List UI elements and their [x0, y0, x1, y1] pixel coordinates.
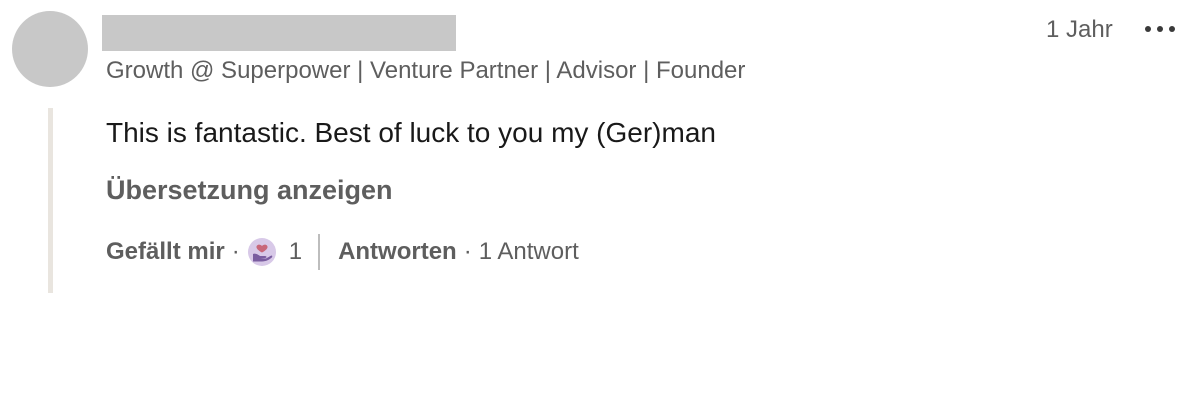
- show-translation-link[interactable]: Übersetzung anzeigen: [106, 173, 393, 207]
- support-reaction-icon[interactable]: [247, 237, 277, 267]
- more-horizontal-icon: [1145, 26, 1175, 32]
- avatar[interactable]: [12, 11, 88, 87]
- reply-button[interactable]: Antworten: [338, 238, 457, 266]
- thread-line: [48, 108, 53, 293]
- more-options-button[interactable]: [1140, 14, 1180, 44]
- reaction-count[interactable]: 1: [289, 238, 302, 266]
- reply-count-link[interactable]: 1 Antwort: [479, 238, 579, 266]
- comment-timestamp: 1 Jahr: [1046, 16, 1113, 43]
- author-name-redacted[interactable]: [102, 15, 456, 51]
- like-button[interactable]: Gefällt mir: [106, 238, 225, 266]
- separator: ·: [231, 238, 240, 265]
- separator: ·: [463, 238, 472, 265]
- author-headline: Growth @ Superpower | Venture Partner | …: [106, 57, 746, 84]
- comment-card: Growth @ Superpower | Venture Partner | …: [0, 0, 1200, 400]
- comment-text: This is fantastic. Best of luck to you m…: [106, 117, 716, 148]
- divider: [318, 234, 321, 270]
- comment-actions: Gefällt mir · 1 Antworten · 1 Antwort: [106, 234, 579, 270]
